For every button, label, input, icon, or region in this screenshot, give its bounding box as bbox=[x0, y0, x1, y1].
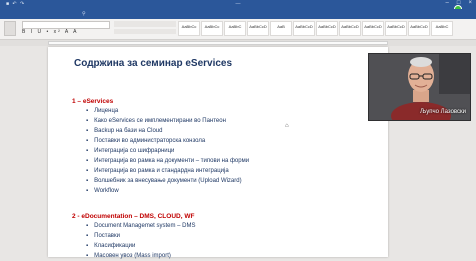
minimize-icon[interactable]: – bbox=[446, 0, 449, 6]
document-page[interactable]: Содржина за семинар eServices 1 – eServi… bbox=[48, 47, 388, 259]
section-2-title: 2 - eDocumentation – DMS, CLOUD, WF bbox=[72, 213, 195, 220]
section-1-title: 1 – eServices bbox=[72, 98, 114, 105]
style-item[interactable]: AaBbCcD bbox=[293, 21, 315, 36]
ruler[interactable] bbox=[0, 40, 476, 46]
paste-button[interactable] bbox=[4, 21, 16, 36]
title-bar: ■ ↶ ↷ — – □ × bbox=[0, 0, 476, 9]
list-item: Интеграција во рамка и стандардна интегр… bbox=[86, 166, 249, 176]
list-item: Волшебник за внесување документи (Upload… bbox=[86, 176, 249, 186]
format-buttons[interactable]: B I U • x² A A bbox=[22, 29, 78, 35]
style-item[interactable]: AaBbC bbox=[431, 21, 453, 36]
participant-name: Љупчо Лазовски bbox=[419, 109, 466, 115]
style-item[interactable]: AaBbCcD bbox=[362, 21, 384, 36]
list-item: Document Managemet system – DMS bbox=[86, 221, 195, 231]
style-item[interactable]: AaBbCcD bbox=[385, 21, 407, 36]
window-title: — bbox=[235, 1, 241, 7]
style-item[interactable]: AaBbCcD bbox=[339, 21, 361, 36]
close-icon[interactable]: × bbox=[468, 0, 472, 6]
list-item: Масовен увоз (Mass import) bbox=[86, 251, 196, 261]
list-item: Интеграција со шифрарници bbox=[86, 146, 249, 156]
list-item: Поставки bbox=[86, 231, 196, 241]
style-item[interactable]: AaBbCcD bbox=[247, 21, 269, 36]
list-item: Backup на бази на Cloud bbox=[86, 126, 249, 136]
ribbon-tabs: ⚲ bbox=[0, 9, 476, 19]
document-heading: Содржина за семинар eServices bbox=[74, 58, 233, 69]
style-item[interactable]: AaBbCcD bbox=[316, 21, 338, 36]
style-item[interactable]: AaBbC bbox=[224, 21, 246, 36]
font-name-box[interactable] bbox=[22, 21, 110, 29]
ribbon-home: B I U • x² A A AaBbCc AaBbCc AaBbC AaBbC… bbox=[0, 19, 476, 40]
ruler-track bbox=[48, 41, 388, 45]
styles-gallery: AaBbCc AaBbCc AaBbC AaBbCcD AaB AaBbCcD … bbox=[178, 21, 453, 36]
list-item: Класификации bbox=[86, 241, 196, 251]
search-icon[interactable]: ⚲ bbox=[82, 11, 86, 17]
webcam-overlay: Љупчо Лазовски bbox=[368, 53, 471, 121]
style-item[interactable]: AaBbCcD bbox=[408, 21, 430, 36]
list-item: Поставки во администраторска конзола bbox=[86, 136, 249, 146]
style-item[interactable]: AaB bbox=[270, 21, 292, 36]
section-2-list: Document Managemet system – DMS Поставки… bbox=[86, 221, 196, 261]
paragraph-group[interactable] bbox=[114, 21, 176, 27]
text-cursor-icon: ⌂ bbox=[285, 123, 289, 129]
list-item: Workflow bbox=[86, 186, 249, 196]
paragraph-group-row2[interactable] bbox=[114, 29, 176, 34]
list-item: Интеграција во рамка на документи – типо… bbox=[86, 156, 249, 166]
list-item: Како eServices се имплементирани во Пант… bbox=[86, 116, 249, 126]
style-item[interactable]: AaBbCc bbox=[178, 21, 200, 36]
list-item: Лиценца bbox=[86, 106, 249, 116]
section-1-list: Лиценца Како eServices се имплементирани… bbox=[86, 106, 249, 196]
style-item[interactable]: AaBbCc bbox=[201, 21, 223, 36]
